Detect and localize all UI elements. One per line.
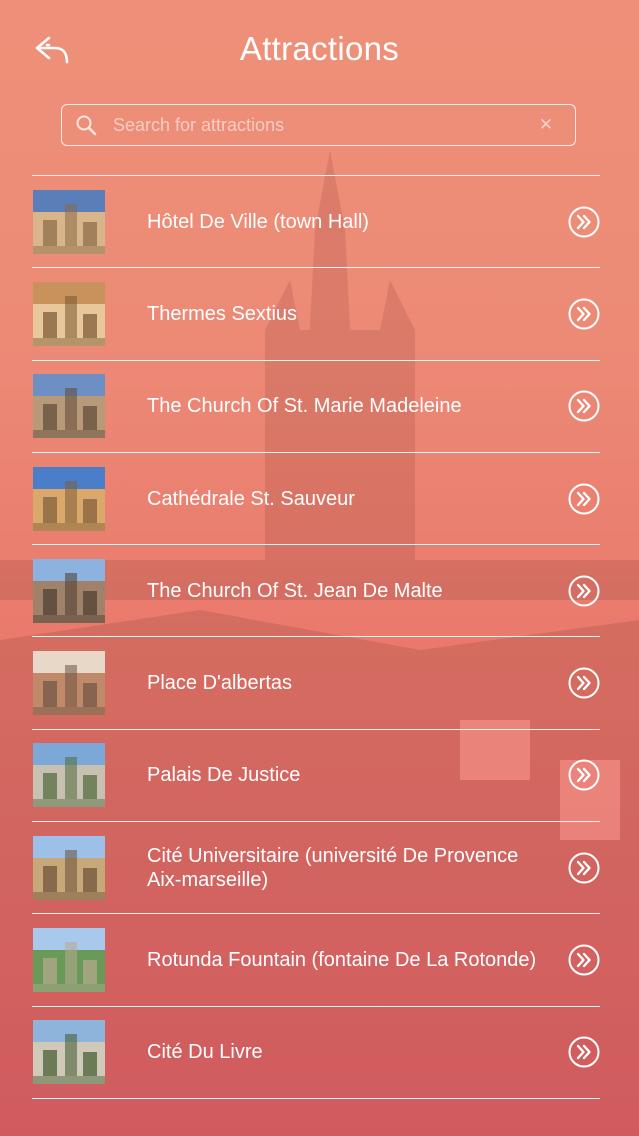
attraction-thumbnail — [33, 558, 105, 623]
attraction-name: Thermes Sextius — [147, 302, 298, 325]
attraction-name: Cité Universitaire (université De Proven… — [147, 844, 519, 891]
attraction-name: Palais De Justice — [147, 764, 301, 787]
list-item[interactable]: Cathédrale St. Sauveur — [32, 453, 600, 546]
list-item[interactable]: Rotunda Fountain (fontaine De La Rotonde… — [32, 914, 600, 1007]
attraction-thumbnail — [33, 374, 105, 439]
double-chevron-right-icon — [568, 852, 600, 884]
attraction-name: Cathédrale St. Sauveur — [147, 487, 355, 510]
open-attraction-button[interactable] — [568, 667, 600, 699]
double-chevron-right-icon — [568, 390, 600, 422]
double-chevron-right-icon — [568, 944, 600, 976]
list-item[interactable]: Cité Universitaire (université De Proven… — [32, 822, 600, 915]
attraction-name: Hôtel De Ville (town Hall) — [147, 210, 369, 233]
open-attraction-button[interactable] — [568, 852, 600, 884]
open-attraction-button[interactable] — [568, 575, 600, 607]
search-input[interactable] — [113, 107, 535, 143]
attraction-thumbnail — [33, 466, 105, 531]
attraction-name: Cité Du Livre — [147, 1041, 263, 1064]
search-icon — [75, 114, 97, 136]
list-item[interactable]: The Church Of St. Marie Madeleine — [32, 361, 600, 453]
attraction-thumbnail — [33, 1020, 105, 1085]
attractions-list: Hôtel De Ville (town Hall) Thermes Sextiu… — [32, 175, 600, 1099]
attraction-name: Place D'albertas — [147, 672, 292, 695]
list-item[interactable]: Thermes Sextius — [32, 268, 600, 361]
list-item[interactable]: Hôtel De Ville (town Hall) — [32, 176, 600, 269]
double-chevron-right-icon — [568, 206, 600, 238]
clear-search-icon[interactable]: ✕ — [535, 114, 557, 136]
attraction-thumbnail — [33, 928, 105, 993]
search-bar: ✕ — [61, 104, 576, 146]
attraction-name: Rotunda Fountain (fontaine De La Rotonde… — [147, 949, 537, 972]
list-item[interactable]: The Church Of St. Jean De Malte — [32, 545, 600, 638]
attraction-name: The Church Of St. Jean De Malte — [147, 579, 443, 602]
open-attraction-button[interactable] — [568, 759, 600, 791]
double-chevron-right-icon — [568, 1036, 600, 1068]
double-chevron-right-icon — [568, 298, 600, 330]
header: Attractions — [0, 0, 639, 100]
double-chevron-right-icon — [568, 483, 600, 515]
list-item[interactable]: Cité Du Livre — [32, 1007, 600, 1099]
list-item[interactable]: Place D'albertas — [32, 637, 600, 730]
open-attraction-button[interactable] — [568, 483, 600, 515]
open-attraction-button[interactable] — [568, 390, 600, 422]
attraction-thumbnail — [33, 835, 105, 900]
attraction-name: The Church Of St. Marie Madeleine — [147, 395, 462, 418]
attraction-thumbnail — [33, 189, 105, 254]
attraction-thumbnail — [33, 281, 105, 346]
open-attraction-button[interactable] — [568, 298, 600, 330]
page-title: Attractions — [239, 30, 400, 67]
attraction-thumbnail — [33, 651, 105, 716]
double-chevron-right-icon — [568, 667, 600, 699]
attraction-thumbnail — [33, 743, 105, 808]
open-attraction-button[interactable] — [568, 1036, 600, 1068]
double-chevron-right-icon — [568, 575, 600, 607]
open-attraction-button[interactable] — [568, 944, 600, 976]
double-chevron-right-icon — [568, 759, 600, 791]
list-item[interactable]: Palais De Justice — [32, 730, 600, 823]
open-attraction-button[interactable] — [568, 206, 600, 238]
